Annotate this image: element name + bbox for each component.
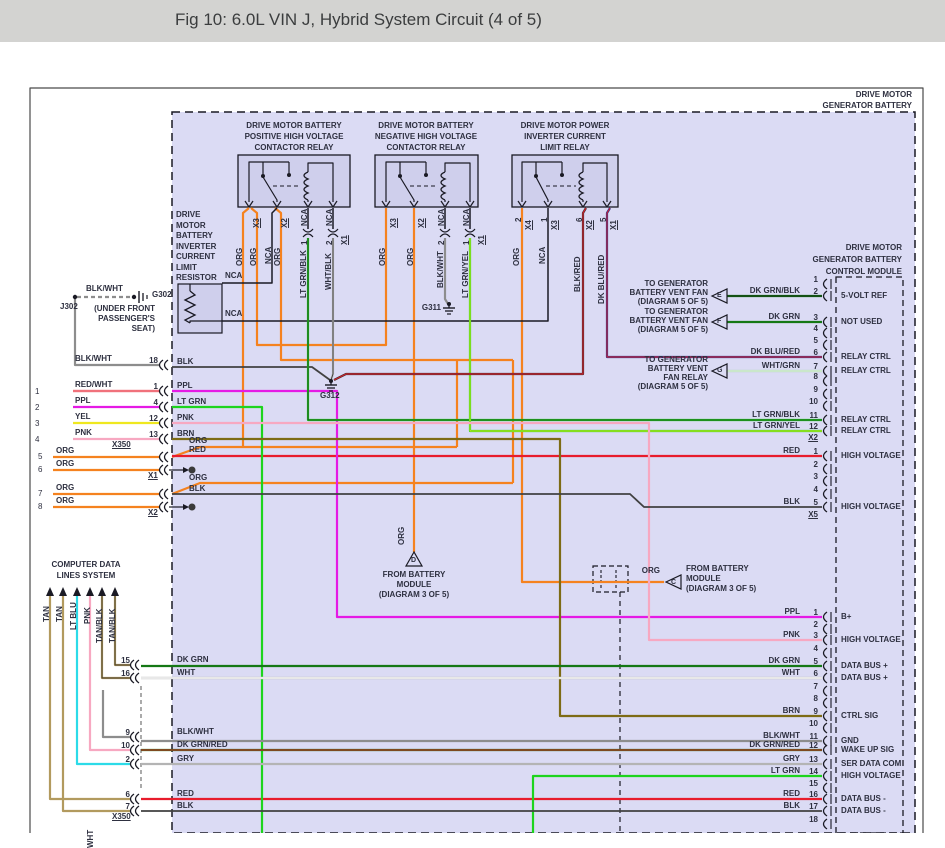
connector-cup-icon (131, 673, 135, 683)
connector-cup-icon (165, 360, 169, 370)
connector-cup-icon (165, 452, 169, 462)
circuit-diagram-canvas (0, 0, 945, 833)
connector-cup-icon (136, 794, 140, 804)
connector-cup-icon (136, 745, 140, 755)
connector-cup-icon (160, 489, 164, 499)
connector-cup-icon (131, 660, 135, 670)
connector-cup-icon (165, 489, 169, 499)
splice-dot-g302 (132, 295, 136, 299)
connector-cup-icon (160, 465, 164, 475)
splice-dot-j302 (73, 295, 77, 299)
battery-boundary-fill (172, 112, 915, 833)
connector-cup-icon (165, 434, 169, 444)
data-line-arrow-icon (111, 587, 119, 596)
data-line-arrow-icon (86, 587, 94, 596)
connector-cup-icon (160, 502, 164, 512)
connector-cup-icon (165, 386, 169, 396)
connector-cup-icon (165, 418, 169, 428)
connector-cup-icon (131, 806, 135, 816)
connector-cup-icon (160, 434, 164, 444)
resistor-box (178, 284, 222, 333)
connector-cup-icon (136, 806, 140, 816)
relay-switch-contact-dot (287, 173, 291, 177)
connector-cup-icon (165, 402, 169, 412)
connector-cup-icon (165, 502, 169, 512)
connector-cup-icon (136, 673, 140, 683)
connector-cup-icon (160, 386, 164, 396)
shield-termination-icon (189, 467, 196, 474)
relay-switch-contact-dot (560, 173, 564, 177)
connector-cup-icon (165, 465, 169, 475)
wire-blkwht (75, 297, 160, 365)
connector-cup-icon (160, 452, 164, 462)
connector-cup-icon (131, 794, 135, 804)
wire-tanblk (115, 596, 130, 665)
data-line-arrow-icon (98, 587, 106, 596)
wire-tanblk-stripe (115, 596, 130, 665)
wire-blkwht (103, 690, 130, 737)
connector-cup-icon (160, 402, 164, 412)
wire-ltblu (77, 596, 130, 764)
connector-cup-icon (160, 418, 164, 428)
connector-cup-icon (131, 759, 135, 769)
connector-cup-icon (136, 759, 140, 769)
connector-cup-icon (131, 745, 135, 755)
connector-cup-icon (160, 360, 164, 370)
wire-tan (63, 596, 130, 811)
relay-switch-contact-dot (424, 173, 428, 177)
wire-pnk (90, 596, 130, 750)
data-line-arrow-icon (73, 587, 81, 596)
data-line-arrow-icon (59, 587, 67, 596)
data-line-arrow-icon (46, 587, 54, 596)
shield-termination-icon (189, 504, 196, 511)
connector-cup-icon (136, 732, 140, 742)
connector-cup-icon (131, 732, 135, 742)
wiring-diagram-page: Fig 10: 6.0L VIN J, Hybrid System Circui… (0, 0, 945, 833)
connector-cup-icon (136, 660, 140, 670)
